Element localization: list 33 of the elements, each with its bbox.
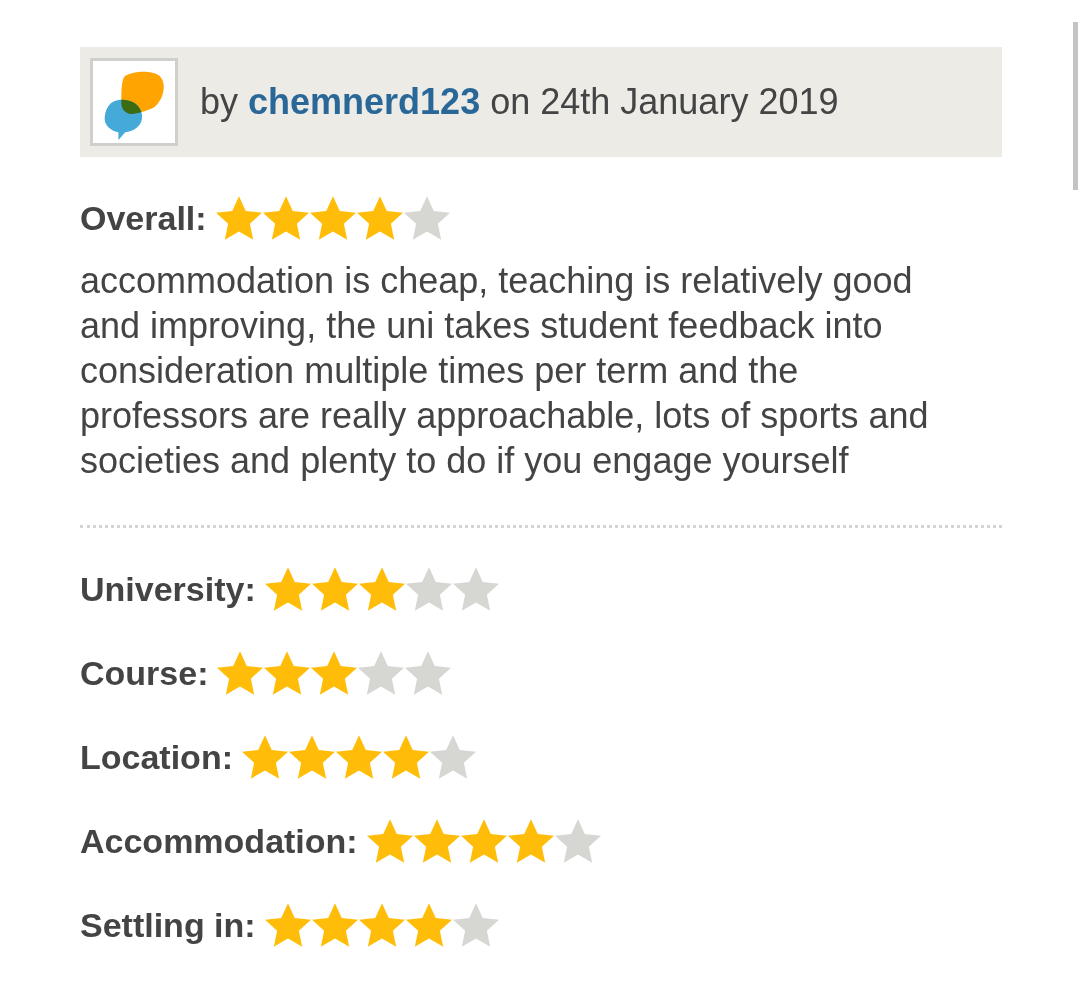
filled-star-icon	[242, 735, 288, 779]
filled-star-icon	[262, 196, 309, 240]
rating-label: Accommodation:	[80, 824, 358, 858]
rating-label: University:	[80, 572, 256, 606]
review-byline: by chemnerd123 on 24th January 2019	[200, 84, 839, 120]
filled-star-icon	[311, 903, 358, 947]
filled-star-icon	[264, 567, 311, 611]
rating-label: Course:	[80, 656, 209, 690]
filled-star-icon	[309, 196, 356, 240]
filled-star-icon	[264, 903, 311, 947]
filled-star-icon	[356, 196, 403, 240]
filled-star-icon	[405, 903, 452, 947]
filled-star-icon	[358, 903, 405, 947]
filled-star-icon	[366, 819, 413, 863]
filled-star-icon	[217, 651, 264, 695]
filled-star-icon	[383, 735, 429, 779]
filled-star-icon	[289, 735, 335, 779]
rating-label: Settling in:	[80, 908, 256, 942]
filled-star-icon	[413, 819, 460, 863]
author-link[interactable]: chemnerd123	[248, 81, 481, 122]
filled-star-icon	[460, 819, 507, 863]
speech-bubbles-icon	[90, 58, 178, 146]
filled-star-icon	[358, 567, 405, 611]
filled-star-icon	[311, 567, 358, 611]
filled-star-icon	[264, 651, 311, 695]
filled-star-icon	[507, 819, 554, 863]
filled-star-icon	[336, 735, 382, 779]
review-text: accommodation is cheap, teaching is relatively good and improving, the uni takes student feedback into consideration multiple times per term and the professors are really approachable, lots of sports and societies and plenty to do if you engage yourself	[80, 259, 930, 483]
rating-label: Location:	[80, 740, 233, 774]
filled-star-icon	[311, 651, 358, 695]
filled-star-icon	[215, 196, 262, 240]
scrollbar[interactable]	[1073, 22, 1078, 190]
rating-label: Overall:	[80, 201, 207, 235]
